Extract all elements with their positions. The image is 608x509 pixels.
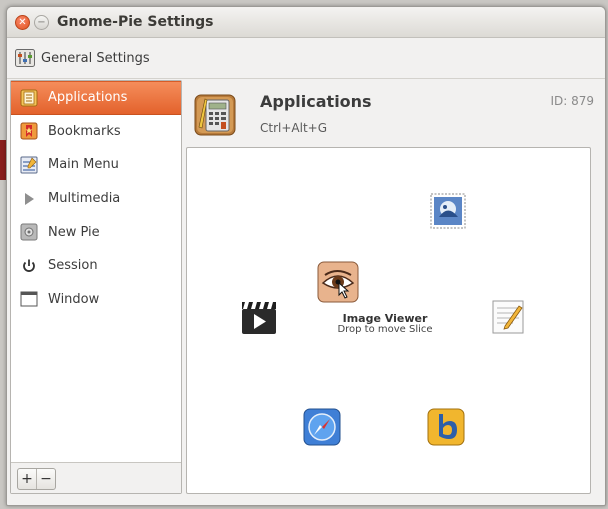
sidebar-item-window[interactable]: Window xyxy=(11,283,181,317)
new-pie-icon xyxy=(20,223,38,241)
remove-pie-button[interactable]: − xyxy=(36,469,55,489)
sidebar-item-multimedia[interactable]: Multimedia xyxy=(11,182,181,216)
close-icon: ✕ xyxy=(18,16,27,28)
pie-shortcut[interactable]: Ctrl+Alt+G xyxy=(260,121,327,135)
pie-preview[interactable]: Image Viewer Drop to move Slice xyxy=(186,147,591,494)
add-remove-buttons: + − xyxy=(17,468,56,490)
add-pie-button[interactable]: + xyxy=(18,469,36,489)
bookmarks-icon xyxy=(20,122,38,140)
pie-list-toolbar: + − xyxy=(11,462,181,493)
clapperboard-icon xyxy=(242,302,276,334)
slice-text-editor[interactable] xyxy=(489,298,527,336)
slice-browser[interactable] xyxy=(303,408,341,446)
window-icon xyxy=(20,290,38,308)
power-icon xyxy=(20,257,38,275)
sidebar-item-label: Applications xyxy=(48,90,128,106)
sidebar-item-label: Window xyxy=(48,291,100,307)
sidebar-item-new-pie[interactable]: New Pie xyxy=(11,215,181,249)
eye-icon xyxy=(317,261,359,303)
play-icon xyxy=(20,190,38,208)
calculator-icon xyxy=(194,94,236,136)
sidebar-item-label: New Pie xyxy=(48,224,100,240)
pie-name[interactable]: Applications xyxy=(260,92,372,111)
minimize-button[interactable]: − xyxy=(34,15,49,30)
sidebar-item-applications[interactable]: Applications xyxy=(11,81,181,115)
window-title: Gnome-Pie Settings xyxy=(57,14,214,30)
settings-sliders-icon xyxy=(15,49,35,67)
main-menu-icon xyxy=(20,156,38,174)
slice-b-app[interactable] xyxy=(427,408,465,446)
close-button[interactable]: ✕ xyxy=(15,15,30,30)
sidebar-item-label: Multimedia xyxy=(48,191,121,207)
general-settings-button[interactable]: General Settings xyxy=(15,47,150,69)
slice-video[interactable] xyxy=(240,298,278,336)
sidebar-item-session[interactable]: Session xyxy=(11,249,181,283)
text-editor-icon xyxy=(492,300,524,334)
sidebar-item-label: Main Menu xyxy=(48,157,119,173)
center-slice-hint: Drop to move Slice xyxy=(337,324,433,335)
toolbar: General Settings xyxy=(7,38,605,79)
applications-icon xyxy=(20,89,38,107)
b-letter-icon xyxy=(427,408,465,446)
sidebar-item-main-menu[interactable]: Main Menu xyxy=(11,148,181,182)
slice-image-viewer[interactable] xyxy=(317,261,359,303)
slice-mail[interactable] xyxy=(429,192,467,230)
sidebar-item-bookmarks[interactable]: Bookmarks xyxy=(11,115,181,149)
pie-list: Applications Bookmarks Main Menu Multime… xyxy=(11,81,181,316)
sidebar-item-label: Bookmarks xyxy=(48,123,121,139)
compass-icon xyxy=(303,408,341,446)
pie-list-panel: Applications Bookmarks Main Menu Multime… xyxy=(10,80,182,494)
pie-id: ID: 879 xyxy=(550,94,594,108)
sidebar-item-label: Session xyxy=(48,258,98,274)
title-bar: ✕ − Gnome-Pie Settings xyxy=(7,7,605,38)
general-settings-label: General Settings xyxy=(41,50,150,66)
pie-icon-button[interactable] xyxy=(193,93,237,137)
minimize-icon: − xyxy=(37,16,46,28)
mail-stamp-icon xyxy=(430,193,466,229)
